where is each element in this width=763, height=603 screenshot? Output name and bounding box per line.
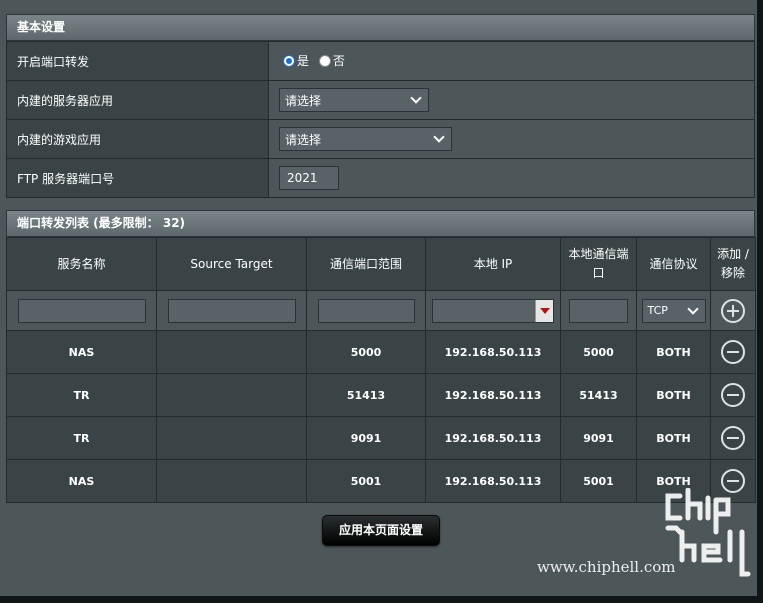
minus-circle-icon[interactable] [721, 383, 745, 407]
basic-settings-title: 基本设置 [17, 20, 66, 34]
enable-forwarding-label: 开启端口转发 [6, 41, 269, 81]
cell-source-target [156, 459, 307, 503]
cell-service-name: NAS [6, 330, 157, 374]
col-port-range: 通信端口范围 [306, 237, 426, 291]
table-row: TR 9091 192.168.50.113 9091 BOTH [6, 416, 756, 460]
cell-local-port: 9091 [560, 416, 637, 460]
cell-local-ip: 192.168.50.113 [425, 330, 561, 374]
radio-yes-dot[interactable] [283, 54, 295, 67]
cell-port-range: 5001 [306, 459, 426, 503]
cell-service-name: TR [6, 416, 157, 460]
basic-settings-table: 开启端口转发 是 否 内建的服务器应用 请选择 内建的游戏应用 请选择 FTP … [6, 41, 755, 198]
col-source-target: Source Target [156, 237, 307, 291]
port-range-input[interactable] [317, 298, 415, 323]
chevron-down-icon [686, 302, 699, 315]
watermark-url: www.chiphell.com [537, 558, 676, 576]
col-local-port: 本地通信端口 [560, 237, 637, 291]
radio-yes-label: 是 [297, 54, 310, 69]
source-target-input[interactable] [167, 298, 296, 323]
forward-list-table: 服务名称 Source Target 通信端口范围 本地 IP 本地通信端口 通… [6, 237, 756, 503]
cell-source-target [156, 373, 307, 417]
cell-service-name: NAS [6, 459, 157, 503]
forward-list-title: 端口转发列表 (最多限制： 32) [17, 216, 186, 230]
basic-settings-header: 基本设置 [6, 14, 755, 41]
cell-port-range: 5000 [306, 330, 426, 374]
cell-local-ip: 192.168.50.113 [425, 416, 561, 460]
minus-circle-icon[interactable] [721, 340, 745, 364]
cell-protocol: BOTH [636, 416, 711, 460]
cell-service-name: TR [6, 373, 157, 417]
ftp-port-input[interactable]: 2021 [279, 166, 339, 190]
server-app-select-value: 请选择 [285, 93, 322, 108]
radio-no-label: 否 [332, 54, 345, 69]
chevron-down-icon [410, 92, 422, 104]
cell-local-port: 5000 [560, 330, 637, 374]
chevron-down-icon [433, 131, 445, 143]
radio-no[interactable]: 否 [318, 52, 345, 69]
cell-protocol: BOTH [636, 330, 711, 374]
ip-dropdown-icon[interactable] [535, 299, 553, 322]
bottom-strip [0, 596, 763, 603]
col-service-name: 服务名称 [6, 237, 157, 291]
table-row: NAS 5001 192.168.50.113 5001 BOTH [6, 459, 756, 503]
col-local-ip: 本地 IP [425, 237, 561, 291]
cell-local-port: 5001 [560, 459, 637, 503]
game-app-label: 内建的游戏应用 [6, 119, 269, 159]
table-row: NAS 5000 192.168.50.113 5000 BOTH [6, 330, 756, 374]
game-app-select-value: 请选择 [285, 132, 322, 147]
cell-source-target [156, 330, 307, 374]
cell-local-port: 51413 [560, 373, 637, 417]
local-port-input[interactable] [569, 298, 628, 323]
server-app-label: 内建的服务器应用 [6, 80, 269, 120]
radio-no-dot[interactable] [318, 54, 331, 67]
table-row: TR 51413 192.168.50.113 51413 BOTH [6, 373, 756, 417]
radio-yes[interactable]: 是 [283, 52, 309, 69]
protocol-select-value: TCP [647, 304, 668, 317]
plus-circle-icon[interactable] [721, 298, 745, 323]
cell-protocol: BOTH [636, 373, 711, 417]
server-app-select[interactable]: 请选择 [279, 88, 429, 112]
new-rule-row: TCP [6, 290, 756, 331]
cell-source-target [156, 416, 307, 460]
cell-local-ip: 192.168.50.113 [425, 459, 561, 503]
cell-port-range: 51413 [306, 373, 426, 417]
service-name-input[interactable] [17, 298, 146, 323]
col-protocol: 通信协议 [636, 237, 711, 291]
ftp-port-label: FTP 服务器端口号 [6, 158, 269, 198]
minus-circle-icon[interactable] [721, 426, 745, 450]
forward-list-header: 端口转发列表 (最多限制： 32) [6, 210, 755, 237]
cell-local-ip: 192.168.50.113 [425, 373, 561, 417]
col-add-remove: 添加 / 移除 [710, 237, 756, 291]
cell-port-range: 9091 [306, 416, 426, 460]
protocol-select[interactable]: TCP [641, 298, 706, 323]
apply-button[interactable]: 应用本页面设置 [322, 515, 440, 546]
game-app-select[interactable]: 请选择 [279, 127, 452, 151]
local-ip-input[interactable] [432, 298, 554, 323]
